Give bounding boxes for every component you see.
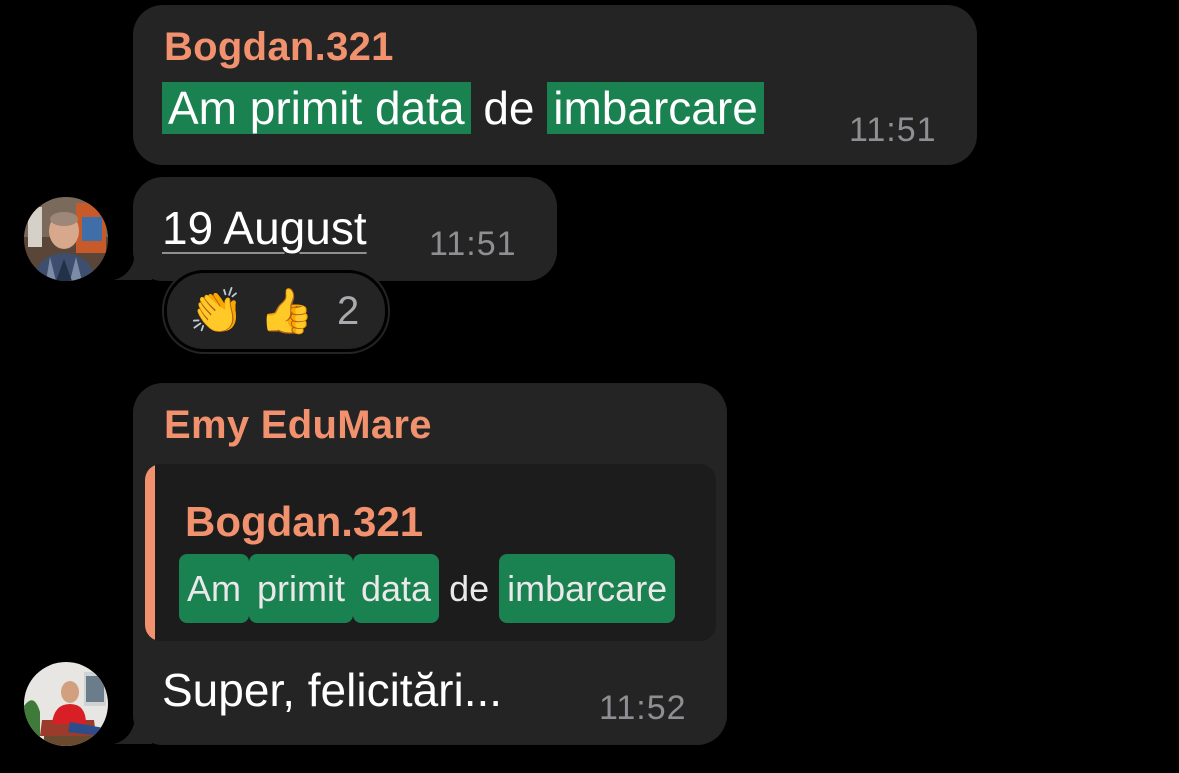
message-text: Super, felicitări... — [162, 664, 503, 716]
search-highlight: primit — [249, 554, 353, 623]
reply-preview[interactable]: Bogdan.321 Am primit data de imbarcare — [145, 464, 716, 641]
message-time: 11:51 — [429, 225, 517, 263]
message-text: 19 August — [162, 201, 367, 255]
chat-view: Bogdan.321 Am primit data de imbarcare 1… — [0, 0, 1179, 773]
search-highlight: imbarcare — [499, 554, 676, 623]
reaction-count: 2 — [337, 289, 360, 333]
date-link[interactable]: 19 August — [162, 202, 367, 254]
reactions-pill[interactable]: 👏 👍 2 — [164, 270, 388, 352]
avatar[interactable] — [24, 197, 108, 281]
reaction-thumbs-up-icon[interactable]: 👍 — [259, 285, 314, 337]
message-bubble[interactable]: Emy EduMare Bogdan.321 Am primit data de i… — [133, 383, 727, 745]
reply-word: de — [449, 568, 490, 609]
search-highlight: imbarcare — [547, 82, 764, 134]
reply-accent-bar — [145, 464, 155, 641]
search-highlight: Am primit data — [162, 82, 471, 134]
message-bubble[interactable]: Bogdan.321 Am primit data de imbarcare 1… — [133, 5, 977, 165]
bubble-tail — [114, 708, 152, 744]
message-text: Am primit data de imbarcare — [162, 81, 764, 135]
message-time: 11:52 — [599, 689, 687, 727]
message-word: de — [483, 82, 535, 134]
message-time: 11:51 — [849, 111, 937, 149]
sender-name[interactable]: Emy EduMare — [164, 403, 432, 448]
search-highlight: Am — [179, 554, 249, 623]
sender-name[interactable]: Bogdan.321 — [164, 25, 394, 70]
message-bubble[interactable]: 19 August 11:51 — [133, 177, 557, 281]
search-highlight: data — [353, 554, 440, 623]
reaction-clap-icon[interactable]: 👏 — [189, 285, 244, 337]
reply-text: Am primit data de imbarcare — [179, 554, 676, 623]
avatar-photo-icon — [24, 662, 108, 746]
avatar-photo-icon — [24, 197, 108, 281]
avatar[interactable] — [24, 662, 108, 746]
reply-sender-name: Bogdan.321 — [185, 498, 424, 545]
